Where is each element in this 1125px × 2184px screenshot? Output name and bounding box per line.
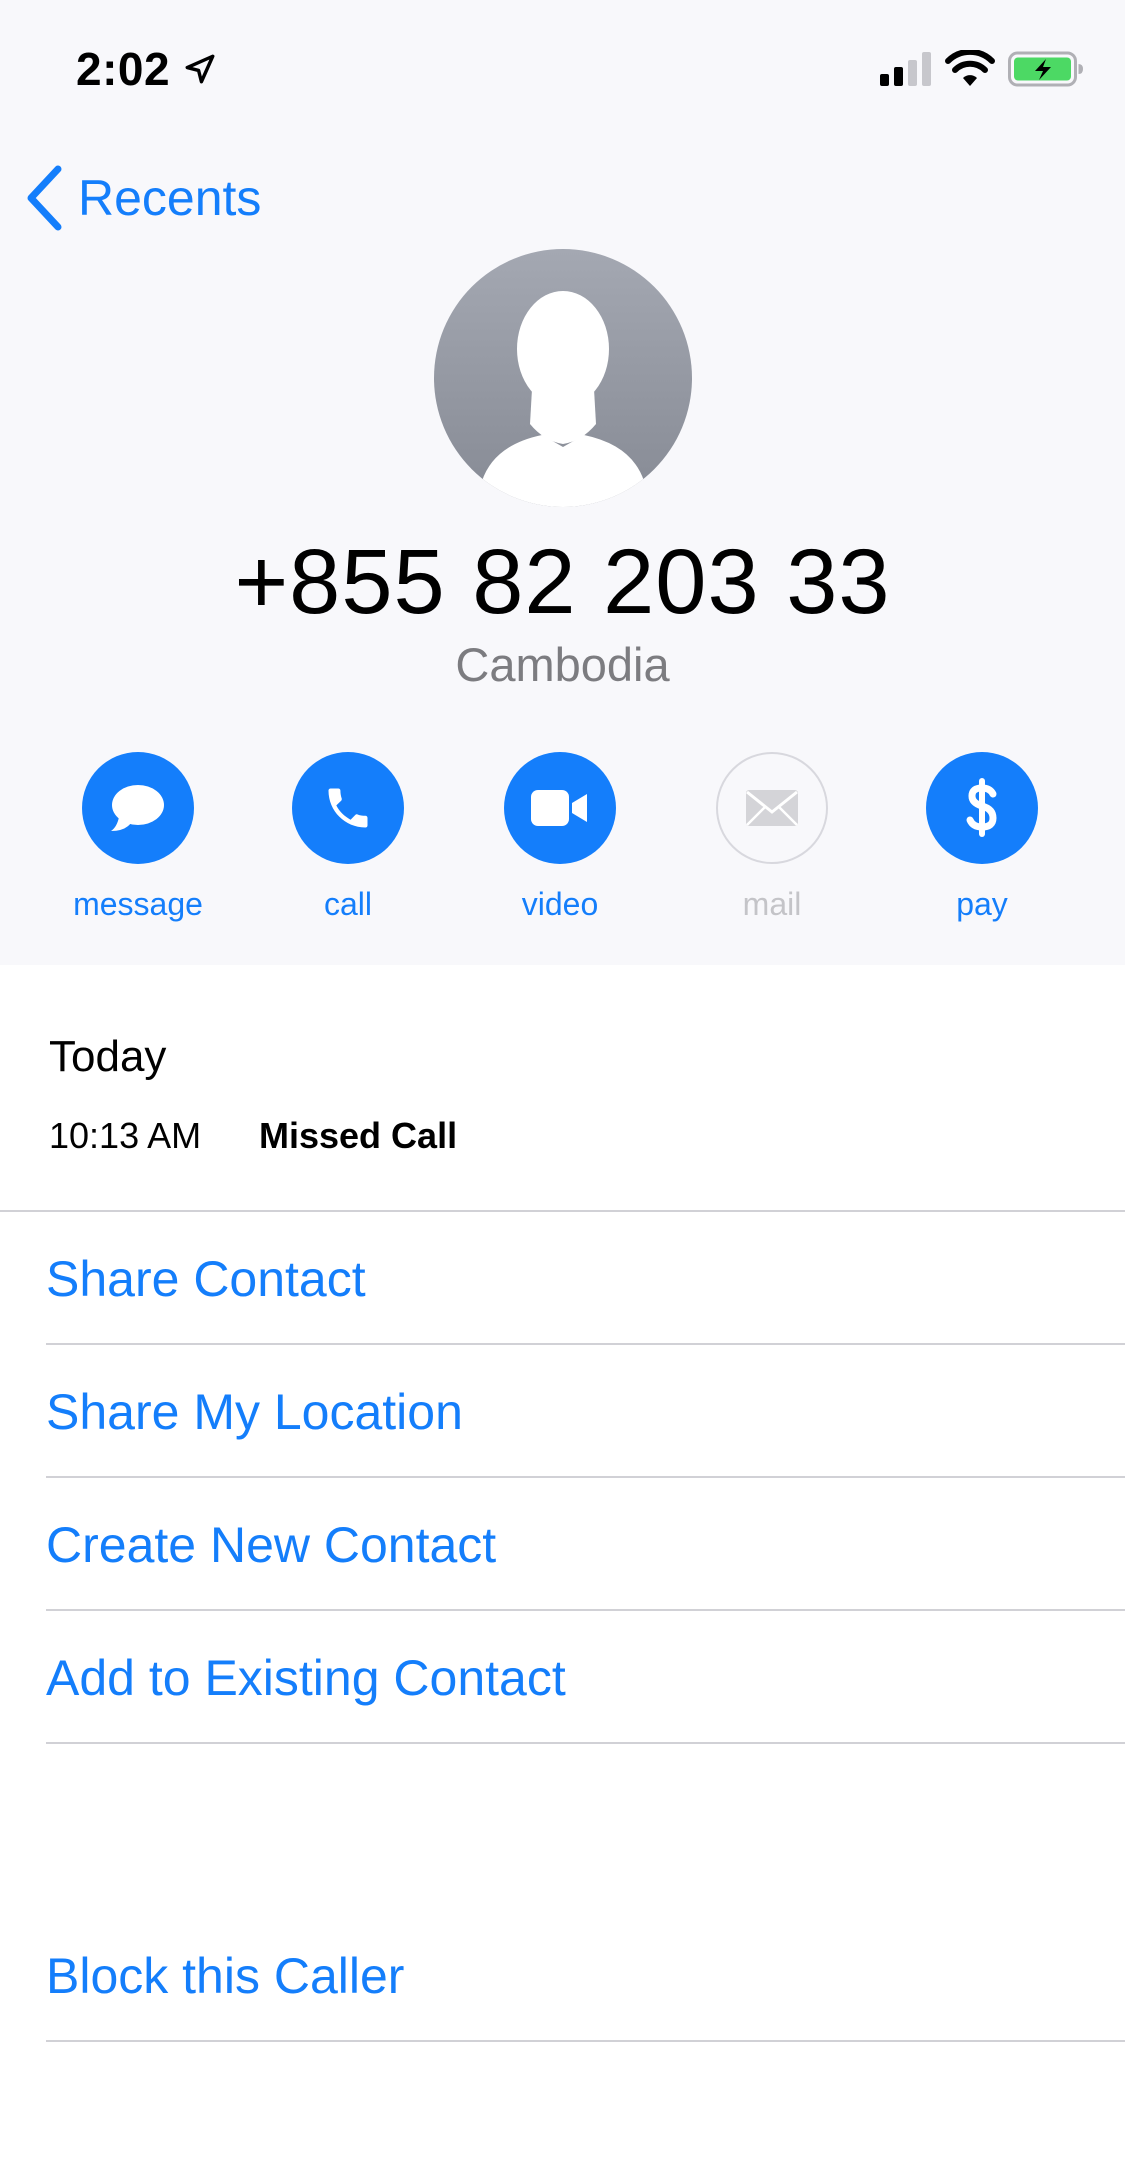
video-button-circle[interactable] [504, 752, 616, 864]
location-arrow-icon [185, 54, 215, 84]
share-contact-button[interactable]: Share Contact [46, 1250, 366, 1308]
status-time: 2:02 [76, 43, 171, 95]
person-silhouette-icon [434, 249, 692, 507]
message-bubble-icon [111, 785, 164, 831]
call-entry-time: 10:13 AM [49, 1115, 202, 1156]
menu-divider [46, 1742, 1125, 1744]
menu-divider [46, 1343, 1125, 1345]
call-button-circle[interactable] [292, 752, 404, 864]
history-date-header: Today [49, 1032, 167, 1081]
pay-button-circle[interactable] [926, 752, 1038, 864]
chevron-left-icon [27, 165, 62, 231]
mail-label: mail [742, 886, 802, 922]
block-caller-button[interactable]: Block this Caller [46, 1947, 404, 2005]
add-to-existing-contact-button[interactable]: Add to Existing Contact [46, 1649, 566, 1707]
create-new-contact-button[interactable]: Create New Contact [46, 1516, 496, 1574]
back-button[interactable]: Recents [24, 162, 261, 234]
share-location-button[interactable]: Share My Location [46, 1383, 463, 1441]
menu-divider [46, 1476, 1125, 1478]
message-label: message [73, 886, 203, 922]
video-label: video [521, 886, 599, 922]
mail-button[interactable]: mail [682, 752, 862, 923]
wifi-icon [945, 50, 995, 86]
section-divider [0, 1210, 1125, 1212]
menu-divider [46, 2040, 1125, 2042]
video-camera-icon [531, 790, 587, 826]
message-button[interactable]: message [48, 752, 228, 923]
avatar [434, 249, 692, 507]
pay-button[interactable]: pay [892, 752, 1072, 923]
call-entry-type: Missed Call [259, 1115, 458, 1156]
cellular-signal-icon [880, 52, 931, 86]
video-button[interactable]: video [470, 752, 650, 923]
mail-button-circle[interactable] [716, 752, 828, 864]
menu-divider [46, 1609, 1125, 1611]
call-label: call [323, 886, 372, 922]
quick-actions-bar: message call video mail pay [0, 752, 1125, 922]
message-button-circle[interactable] [82, 752, 194, 864]
mail-icon [746, 790, 798, 826]
contact-phone-number: +855 82 203 33 [234, 531, 891, 633]
back-label: Recents [78, 170, 262, 226]
pay-label: pay [956, 886, 1008, 922]
phone-icon [328, 788, 368, 828]
dollar-icon [966, 778, 997, 837]
call-button[interactable]: call [258, 752, 438, 923]
battery-charging-icon [1008, 51, 1083, 87]
contact-location: Cambodia [455, 638, 670, 691]
